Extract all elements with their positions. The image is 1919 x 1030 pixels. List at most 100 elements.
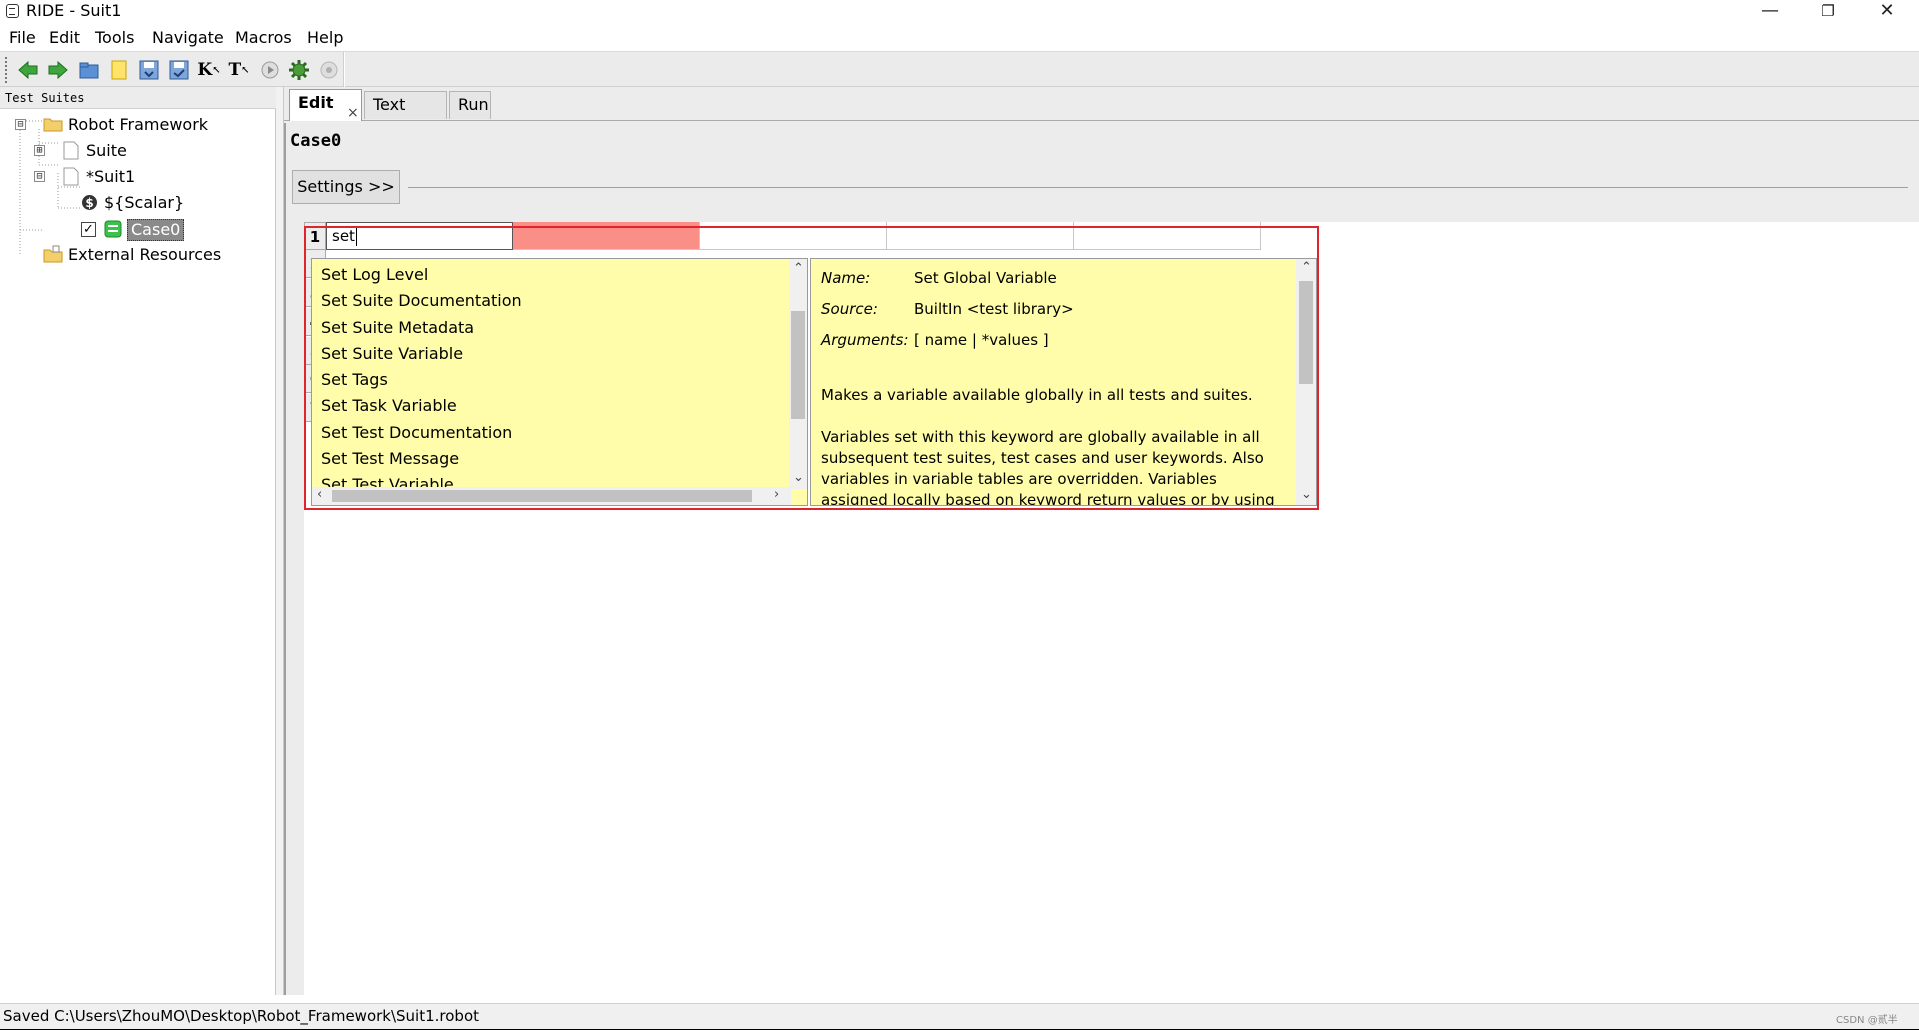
toolbar: K ↖ T ↖ [0,51,1919,88]
file-icon [63,141,79,166]
scrollbar-thumb[interactable] [332,490,752,502]
autocomplete-item[interactable]: Set Test Documentation [321,420,512,446]
watermark: CSDN @贰半 [1836,1015,1898,1026]
autocomplete-item[interactable]: Set Suite Metadata [321,315,474,341]
tab-label: Run [458,95,489,114]
tree-item-robot-framework[interactable]: ⊟ Robot Framework [0,114,276,136]
tree-item-suite[interactable]: ⊞ Suite [0,140,276,162]
toolbar-grip[interactable] [5,57,8,83]
doc-name-value: Set Global Variable [914,269,1057,287]
tree-item-label: ${Scalar} [104,193,185,212]
tree-item-case0[interactable]: ✓ Case0 [0,218,276,241]
autocomplete-horizontal-scrollbar[interactable]: ‹ › [312,487,791,505]
tab-text-edit[interactable]: Text Edit [364,91,447,140]
menu-file[interactable]: File [9,28,36,47]
status-bar: Saved C:\Users\ZhouMO\Desktop\Robot_Fram… [0,1003,1919,1030]
tree-item-scalar-variable[interactable]: $ ${Scalar} [0,192,276,214]
checkbox-checked-icon[interactable]: ✓ [81,222,96,237]
scroll-right-icon[interactable]: › [774,488,779,502]
autocomplete-item[interactable]: Set Log Level [321,262,428,288]
toolbar-separator [343,52,345,88]
scroll-left-icon[interactable]: ‹ [317,488,322,502]
run-icon[interactable] [258,58,282,82]
autocomplete-item[interactable]: Set Test Message [321,446,459,472]
tree-item-label: Robot Framework [68,115,209,134]
tab-edit[interactable]: Edit × [289,89,362,121]
cell-value: set [332,227,355,245]
keyword-cell-input[interactable]: set [326,222,513,250]
autocomplete-item[interactable]: Set Tags [321,367,388,393]
search-tests-icon[interactable]: T ↖ [227,58,251,82]
file-icon [63,167,79,192]
autocomplete-item[interactable]: Set Suite Documentation [321,288,522,314]
tree-item-label: Suite [86,141,127,160]
autocomplete-list: Set Log Level Set Suite Documentation Se… [311,258,808,506]
editor-border [284,123,286,995]
resource-folder-icon [43,245,63,269]
menu-macros[interactable]: Macros [235,28,292,47]
scrollbar-thumb[interactable] [791,311,805,419]
doc-source-value: BuiltIn <test library> [914,300,1074,318]
autocomplete-vertical-scrollbar[interactable]: ⌃ ⌄ [789,259,807,489]
argument-cell[interactable] [1074,222,1261,250]
tab-run[interactable]: Run [449,91,491,119]
menu-edit[interactable]: Edit [49,28,80,47]
testcase-icon [104,220,122,244]
doc-description-summary: Makes a variable available globally in a… [821,386,1253,404]
app-icon [6,4,19,18]
open-folder-icon[interactable] [77,58,101,82]
scroll-down-icon[interactable]: ⌄ [793,471,804,485]
doc-description-body: Variables set with this keyword are glob… [821,428,1275,506]
text-caret [355,227,357,246]
settings-divider [408,187,1908,188]
argument-cell[interactable] [513,222,700,250]
stop-icon[interactable] [317,58,341,82]
save-icon[interactable] [137,58,161,82]
tree-item-label: *Suit1 [86,167,136,186]
tree-item-label: External Resources [68,245,222,264]
scroll-up-icon[interactable]: ⌃ [793,262,804,276]
panel-splitter[interactable] [276,87,284,995]
editor-panel: Edit × Text Edit Run Case0 Settings >> 1… [284,87,1919,996]
new-file-icon[interactable] [107,58,131,82]
close-button[interactable]: ✕ [1858,0,1916,24]
collapse-toggle[interactable]: ⊟ [34,171,45,182]
maximize-button[interactable]: ❐ [1799,0,1857,24]
save-all-icon[interactable] [167,58,191,82]
search-keywords-icon[interactable]: K ↖ [197,58,221,82]
tree-item-label-selected: Case0 [127,219,185,241]
collapse-toggle[interactable]: ⊟ [15,119,26,130]
row-header-1[interactable]: 1 [304,222,326,250]
test-suites-panel: Test Suites ⊟ Robot Framework ⊞ Suite ⊟ [0,87,276,995]
scroll-up-icon[interactable]: ⌃ [1301,261,1312,275]
window-title: RIDE - Suit1 [26,1,122,20]
svg-text:$: $ [85,196,93,210]
status-text: Saved C:\Users\ZhouMO\Desktop\Robot_Fram… [3,1007,480,1025]
menu-help[interactable]: Help [307,28,343,47]
back-arrow-icon[interactable] [16,58,40,82]
doc-arguments-label: Arguments: [821,331,909,349]
title-bar: RIDE - Suit1 — ❐ ✕ [0,0,1919,24]
expand-toggle[interactable]: ⊞ [34,145,45,156]
forward-arrow-icon[interactable] [46,58,70,82]
scroll-down-icon[interactable]: ⌄ [1301,488,1312,502]
settings-toggle-button[interactable]: Settings >> [292,170,400,204]
folder-icon [43,115,63,139]
doc-name-label: Name: [821,269,871,287]
doc-vertical-scrollbar[interactable]: ⌃ ⌄ [1296,259,1316,505]
minimize-button[interactable]: — [1741,0,1799,24]
autocomplete-item[interactable]: Set Suite Variable [321,341,463,367]
tree-item-external-resources[interactable]: External Resources [0,244,276,266]
test-suites-header: Test Suites [0,87,276,109]
argument-cell[interactable] [700,222,887,250]
variable-icon: $ [81,194,98,217]
autocomplete-item[interactable]: Set Task Variable [321,393,457,419]
tree-item-suit1[interactable]: ⊟ *Suit1 [0,166,276,188]
doc-arguments-value: [ name | *values ] [914,331,1049,349]
settings-gear-icon[interactable] [287,58,311,82]
menu-tools[interactable]: Tools [95,28,134,47]
scrollbar-thumb[interactable] [1299,281,1313,384]
menu-navigate[interactable]: Navigate [152,28,224,47]
tab-label: Edit [298,93,334,112]
argument-cell[interactable] [887,222,1074,250]
